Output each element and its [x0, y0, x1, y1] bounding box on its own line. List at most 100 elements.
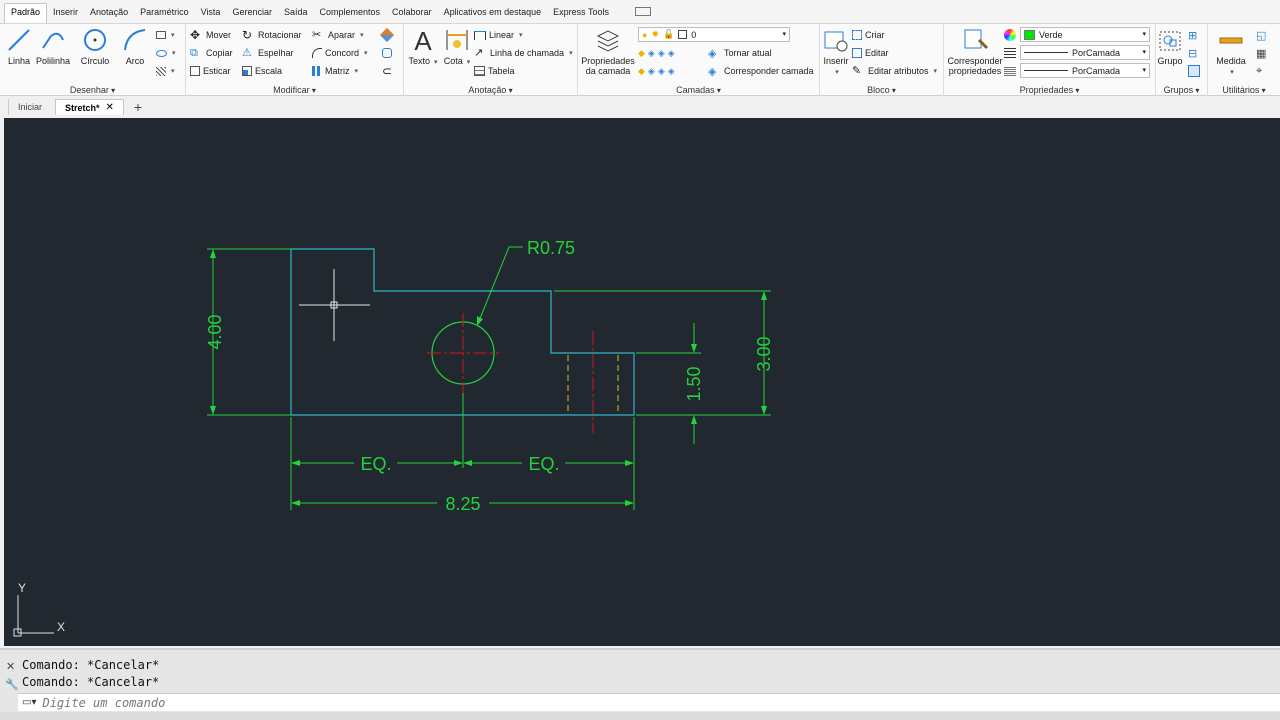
- tab-aplicativos[interactable]: Aplicativos em destaque: [438, 4, 548, 20]
- quick-select-icon[interactable]: ◱: [1256, 27, 1269, 43]
- scale-button[interactable]: Escala: [242, 63, 282, 79]
- wrench-icon[interactable]: 🔧: [5, 678, 19, 691]
- rotate-icon: ↻: [242, 27, 253, 42]
- dim-text-eq-right[interactable]: EQ.: [528, 454, 559, 474]
- move-icon: ✥: [190, 27, 201, 42]
- line-button[interactable]: Linha: [4, 26, 34, 66]
- match-properties-button[interactable]: Corresponder propriedades: [946, 26, 1004, 76]
- dim-text-8-25[interactable]: 8.25: [445, 494, 480, 514]
- doc-tab-iniciar[interactable]: Iniciar: [8, 99, 51, 115]
- tab-saida[interactable]: Saída: [278, 4, 314, 20]
- fillet-button[interactable]: Concord ▾: [312, 45, 368, 61]
- tab-inserir[interactable]: Inserir: [47, 4, 84, 20]
- make-current-button[interactable]: ◈ Tornar atual: [708, 45, 772, 61]
- command-history-line: Comando: *Cancelar*: [22, 675, 160, 689]
- panel-title-draw[interactable]: Desenhar: [0, 85, 185, 95]
- new-tab-plus-icon[interactable]: +: [128, 99, 148, 115]
- lineweight-dropdown[interactable]: PorCamada ▾: [1020, 45, 1150, 60]
- dim-text-3[interactable]: 3.00: [754, 336, 774, 371]
- mirror-icon: ⚠: [242, 46, 252, 59]
- erase-button[interactable]: [379, 27, 395, 43]
- command-prompt-icon[interactable]: ▭▾: [22, 697, 36, 708]
- command-input-bar[interactable]: ▭▾: [18, 693, 1280, 711]
- panel-annotation: A Texto ▾ Cota ▾ Linear ▾ ↗ Linha de chama…: [404, 24, 578, 97]
- tab-express-tools[interactable]: Express Tools: [547, 4, 615, 20]
- text-button[interactable]: A Texto ▾: [408, 26, 438, 68]
- circle-icon: [84, 29, 106, 51]
- layer-tools-row2[interactable]: ◆ ◈ ◈ ◈: [638, 63, 675, 79]
- trim-button[interactable]: ✂ Aparar ▾: [312, 27, 364, 43]
- panel-title-block[interactable]: Bloco: [820, 85, 943, 95]
- calculator-icon[interactable]: ▦: [1256, 45, 1269, 61]
- edit-block-button[interactable]: Editar: [852, 45, 889, 61]
- match-layer-button[interactable]: ◈ Corresponder camada: [708, 63, 814, 79]
- linear-dimension-button[interactable]: Linear ▾: [474, 27, 523, 43]
- layer-dropdown[interactable]: ● ✹ 🔓 0 ▾: [638, 27, 790, 42]
- doc-tab-stretch[interactable]: Stretch* ✕: [55, 99, 124, 115]
- group-select-icon[interactable]: [1188, 63, 1200, 79]
- tab-colaborar[interactable]: Colaborar: [386, 4, 438, 20]
- close-tab-icon[interactable]: ✕: [106, 102, 114, 113]
- color-dropdown[interactable]: Verde ▾: [1020, 27, 1150, 42]
- ucs-icon: [13, 595, 54, 637]
- panel-title-annotation[interactable]: Anotação: [404, 85, 577, 95]
- arc-icon: [124, 29, 146, 51]
- id-point-icon[interactable]: ⌖: [1256, 63, 1269, 79]
- arc-button[interactable]: Arco: [120, 26, 150, 66]
- linetype-dropdown[interactable]: PorCamada ▾: [1020, 63, 1150, 78]
- layer-properties-button[interactable]: Propriedades da camada: [580, 26, 636, 76]
- tab-padrao[interactable]: Padrão: [4, 3, 48, 23]
- dim-text-1-5[interactable]: 1.50: [684, 366, 704, 401]
- tab-gerenciar[interactable]: Gerenciar: [226, 4, 278, 20]
- ribbon: Linha Polilinha Círculo Arco ▾ ▾ ▾ Desen…: [0, 23, 1280, 97]
- mirror-button[interactable]: ⚠ Espelhar: [242, 45, 294, 61]
- panel-title-utilities[interactable]: Utilitários: [1208, 85, 1280, 95]
- drawing-svg[interactable]: R0.75 4.00 3.00 1.50 EQ. EQ. 8.25 Y X: [4, 118, 1280, 646]
- close-icon[interactable]: ✕: [6, 660, 15, 673]
- copy-button[interactable]: ⧉ Copiar: [190, 45, 233, 61]
- table-button[interactable]: Tabela: [474, 63, 515, 79]
- move-button[interactable]: ✥ Mover: [190, 27, 231, 43]
- drawing-canvas[interactable]: R0.75 4.00 3.00 1.50 EQ. EQ. 8.25 Y X: [4, 118, 1280, 646]
- edit-attributes-icon: ✎: [852, 64, 862, 77]
- radius-label[interactable]: R0.75: [527, 238, 575, 258]
- stretch-button[interactable]: Esticar: [190, 63, 231, 79]
- polyline-button[interactable]: Polilinha: [34, 26, 72, 66]
- command-input[interactable]: [42, 695, 643, 710]
- circle-button[interactable]: Círculo: [78, 26, 112, 66]
- panel-title-modify[interactable]: Modificar: [186, 85, 403, 95]
- dimension-button[interactable]: Cota ▾: [442, 26, 472, 68]
- gradient-tool-button[interactable]: ▾: [156, 63, 175, 79]
- ellipse-icon: [156, 49, 167, 57]
- insert-block-icon: [824, 31, 848, 52]
- offset-button[interactable]: ⊂: [382, 63, 395, 79]
- panel-title-layers[interactable]: Camadas: [578, 85, 819, 95]
- panel-title-groups[interactable]: Grupos: [1156, 85, 1207, 95]
- panel-block: Inserir ▾ Criar Editar ✎ Editar atributos ▾…: [820, 24, 944, 97]
- tab-complementos[interactable]: Complementos: [314, 4, 387, 20]
- hatch-tool-button[interactable]: ▾: [156, 45, 176, 61]
- explode-button[interactable]: [382, 45, 392, 61]
- rectangle-tool-button[interactable]: ▾: [156, 27, 175, 43]
- group-edit-icon[interactable]: ⊟: [1188, 45, 1201, 61]
- rotate-button[interactable]: ↻ Rotacionar: [242, 27, 302, 43]
- array-button[interactable]: Matriz ▾: [312, 63, 358, 79]
- leader-button[interactable]: ↗ Linha de chamada ▾: [474, 45, 573, 61]
- edit-attributes-button[interactable]: ✎ Editar atributos ▾: [852, 63, 937, 79]
- create-block-button[interactable]: Criar: [852, 27, 885, 43]
- ribbon-minimize-icon[interactable]: [634, 7, 651, 16]
- tab-anotacao[interactable]: Anotação: [84, 4, 134, 20]
- ungroup-icon[interactable]: ⊞: [1188, 27, 1201, 43]
- layer-tools-row1[interactable]: ◆ ◈ ◈ ◈: [638, 45, 675, 61]
- tab-vista[interactable]: Vista: [195, 4, 227, 20]
- command-history-line: Comando: *Cancelar*: [22, 658, 160, 672]
- panel-title-properties[interactable]: Propriedades: [944, 85, 1155, 95]
- insert-block-button[interactable]: Inserir ▾: [822, 26, 850, 78]
- group-button[interactable]: Grupo: [1156, 26, 1184, 66]
- measure-button[interactable]: Medida ▾: [1214, 26, 1248, 78]
- linetype-icon: [1004, 63, 1016, 79]
- tab-parametrico[interactable]: Paramétrico: [134, 4, 195, 20]
- panel-utilities: Medida ▾ ◱ ▦ ⌖ Utilitários: [1208, 24, 1280, 97]
- dim-text-4[interactable]: 4.00: [205, 314, 225, 349]
- dim-text-eq-left[interactable]: EQ.: [360, 454, 391, 474]
